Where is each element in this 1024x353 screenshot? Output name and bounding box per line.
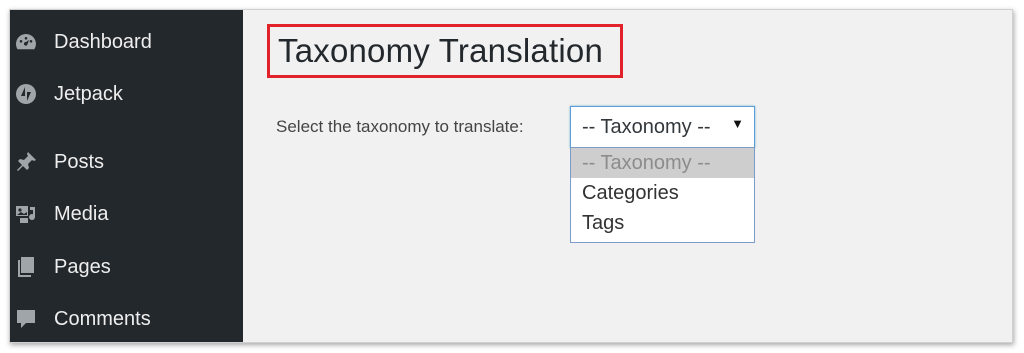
sidebar-item-label: Jetpack bbox=[54, 82, 123, 105]
sidebar-item-dashboard[interactable]: Dashboard bbox=[10, 22, 243, 62]
sidebar-item-label: Dashboard bbox=[54, 30, 152, 53]
sidebar-item-pages[interactable]: Pages bbox=[10, 247, 243, 287]
taxonomy-select[interactable]: -- Taxonomy -- ▼ bbox=[570, 106, 755, 148]
screenshot-frame: Dashboard Jetpack Posts Media Pages Comm… bbox=[9, 9, 1013, 343]
comment-bubble-icon bbox=[14, 307, 38, 331]
media-icon bbox=[14, 202, 38, 226]
title-highlight-box: Taxonomy Translation bbox=[267, 24, 623, 78]
dashboard-icon bbox=[14, 30, 38, 54]
main-content: Taxonomy Translation Select the taxonomy… bbox=[243, 10, 1012, 342]
sidebar-item-label: Comments bbox=[54, 307, 151, 330]
taxonomy-select-value: -- Taxonomy -- bbox=[582, 115, 711, 138]
taxonomy-option-categories[interactable]: Categories bbox=[571, 178, 754, 208]
pushpin-icon bbox=[14, 150, 38, 174]
jetpack-icon bbox=[14, 82, 38, 106]
sidebar-item-jetpack[interactable]: Jetpack bbox=[10, 74, 243, 114]
sidebar-item-posts[interactable]: Posts bbox=[10, 142, 243, 182]
admin-sidebar: Dashboard Jetpack Posts Media Pages Comm… bbox=[10, 10, 243, 342]
sidebar-item-media[interactable]: Media bbox=[10, 194, 243, 234]
sidebar-item-label: Posts bbox=[54, 150, 105, 173]
taxonomy-dropdown-list: -- Taxonomy -- Categories Tags bbox=[570, 147, 755, 243]
sidebar-item-label: Pages bbox=[54, 255, 111, 278]
taxonomy-option-tags[interactable]: Tags bbox=[571, 208, 754, 238]
sidebar-item-label: Media bbox=[54, 202, 109, 225]
taxonomy-select-label: Select the taxonomy to translate: bbox=[276, 117, 524, 136]
dropdown-arrow-icon: ▼ bbox=[731, 116, 744, 131]
pages-icon bbox=[14, 255, 38, 279]
sidebar-item-comments[interactable]: Comments bbox=[10, 299, 243, 339]
page-title: Taxonomy Translation bbox=[278, 32, 603, 69]
taxonomy-option-placeholder[interactable]: -- Taxonomy -- bbox=[571, 148, 754, 178]
